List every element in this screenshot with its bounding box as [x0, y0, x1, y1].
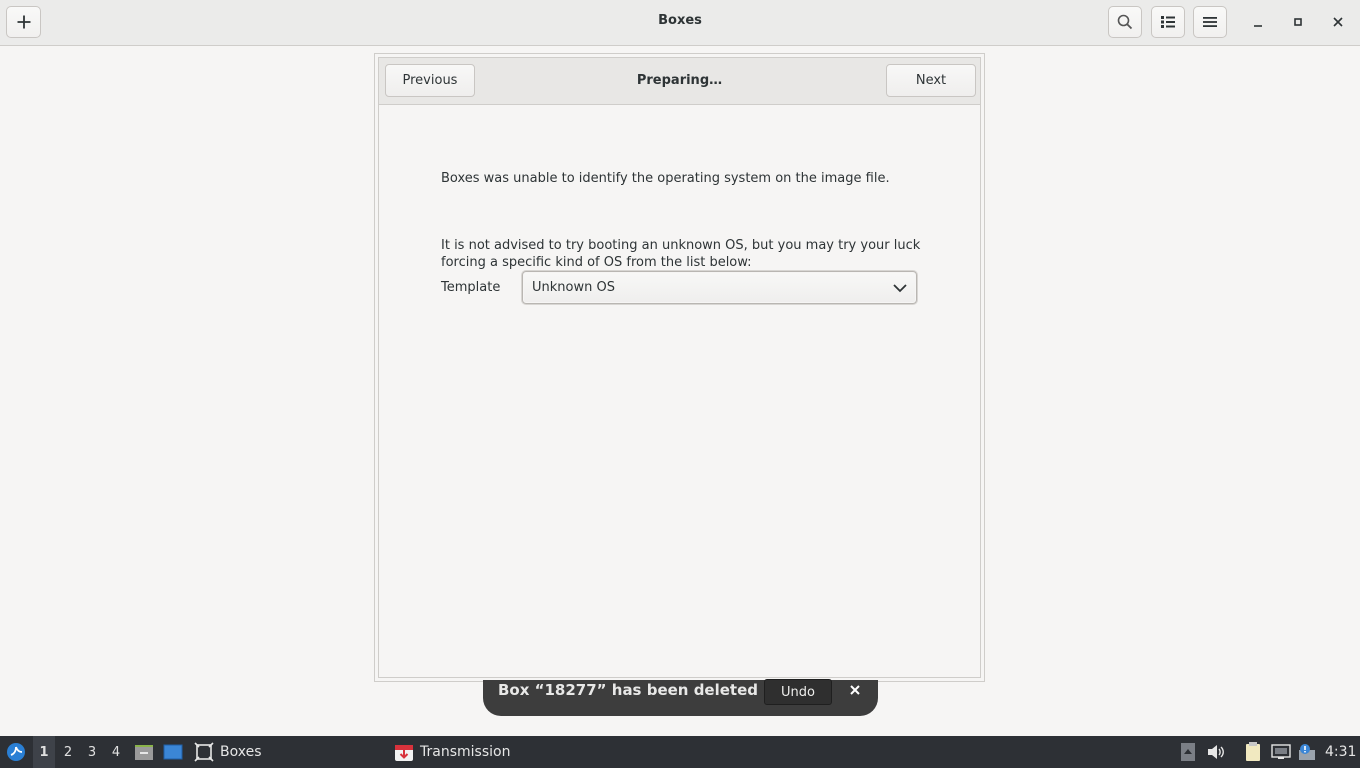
volume-icon	[1208, 745, 1224, 759]
template-label: Template	[441, 280, 501, 295]
file-manager-launcher[interactable]	[133, 736, 155, 768]
view-toggle-button[interactable]	[1151, 6, 1185, 38]
updates-button[interactable]	[1296, 736, 1318, 768]
hamburger-menu-icon	[1203, 17, 1217, 27]
close-icon	[1333, 17, 1343, 27]
task-label: Boxes	[220, 744, 262, 760]
search-icon	[1117, 14, 1133, 30]
volume-button[interactable]	[1206, 736, 1226, 768]
workspace-4[interactable]: 4	[105, 736, 127, 768]
template-dropdown[interactable]: Unknown OS	[522, 271, 917, 304]
workspace-2[interactable]: 2	[57, 736, 79, 768]
chevron-down-icon	[893, 284, 907, 293]
warning-message-line-1: It is not advised to try booting an unkn…	[441, 238, 921, 253]
task-label: Transmission	[420, 744, 511, 760]
list-view-icon	[1161, 16, 1175, 28]
taskbar: 1 2 3 4 Boxes Transmission 4:31	[0, 736, 1360, 768]
new-box-assistant: Previous Preparing… Next Boxes was unabl…	[374, 53, 985, 682]
workspace-1[interactable]: 1	[33, 736, 55, 768]
close-icon	[850, 685, 860, 695]
maximize-icon	[1294, 18, 1302, 26]
folder-icon	[135, 745, 153, 760]
tray-expand-button[interactable]	[1179, 736, 1197, 768]
warning-message-line-2: forcing a specific kind of OS from the l…	[441, 255, 752, 270]
assistant-nav-bar: Previous Preparing… Next	[379, 58, 980, 105]
minimize-button[interactable]	[1245, 8, 1271, 36]
template-selected-value: Unknown OS	[532, 280, 615, 295]
start-menu-button[interactable]	[4, 736, 28, 768]
undo-button[interactable]: Undo	[764, 679, 832, 705]
boxes-app-icon	[194, 742, 214, 762]
notification-text: Box “18277” has been deleted	[498, 681, 759, 699]
dismiss-notification-button[interactable]	[846, 681, 864, 699]
tray-arrow-icon	[1181, 743, 1195, 761]
task-boxes[interactable]: Boxes	[194, 736, 262, 768]
minimize-icon	[1254, 25, 1262, 27]
next-button[interactable]: Next	[886, 64, 976, 97]
unidentified-os-message: Boxes was unable to identify the operati…	[441, 171, 890, 186]
search-button[interactable]	[1108, 6, 1142, 38]
header-bar: Boxes	[0, 0, 1360, 46]
maximize-button[interactable]	[1285, 8, 1311, 36]
workspace-3[interactable]: 3	[81, 736, 103, 768]
clipboard-button[interactable]	[1243, 736, 1263, 768]
deleted-notification: Box “18277” has been deleted Undo	[483, 679, 878, 716]
task-transmission[interactable]: Transmission	[394, 736, 510, 768]
assistant-panel: Previous Preparing… Next Boxes was unabl…	[378, 57, 981, 678]
update-notification-icon	[1299, 744, 1315, 760]
menu-button[interactable]	[1193, 6, 1227, 38]
distro-logo-icon	[7, 743, 25, 761]
network-button[interactable]	[1270, 736, 1292, 768]
transmission-app-icon	[395, 745, 413, 761]
clipboard-icon	[1246, 742, 1260, 761]
clock[interactable]: 4:31	[1325, 736, 1356, 768]
show-desktop-launcher[interactable]	[162, 736, 184, 768]
desktop-icon	[163, 744, 183, 760]
network-icon	[1271, 744, 1291, 759]
close-window-button[interactable]	[1325, 8, 1351, 36]
